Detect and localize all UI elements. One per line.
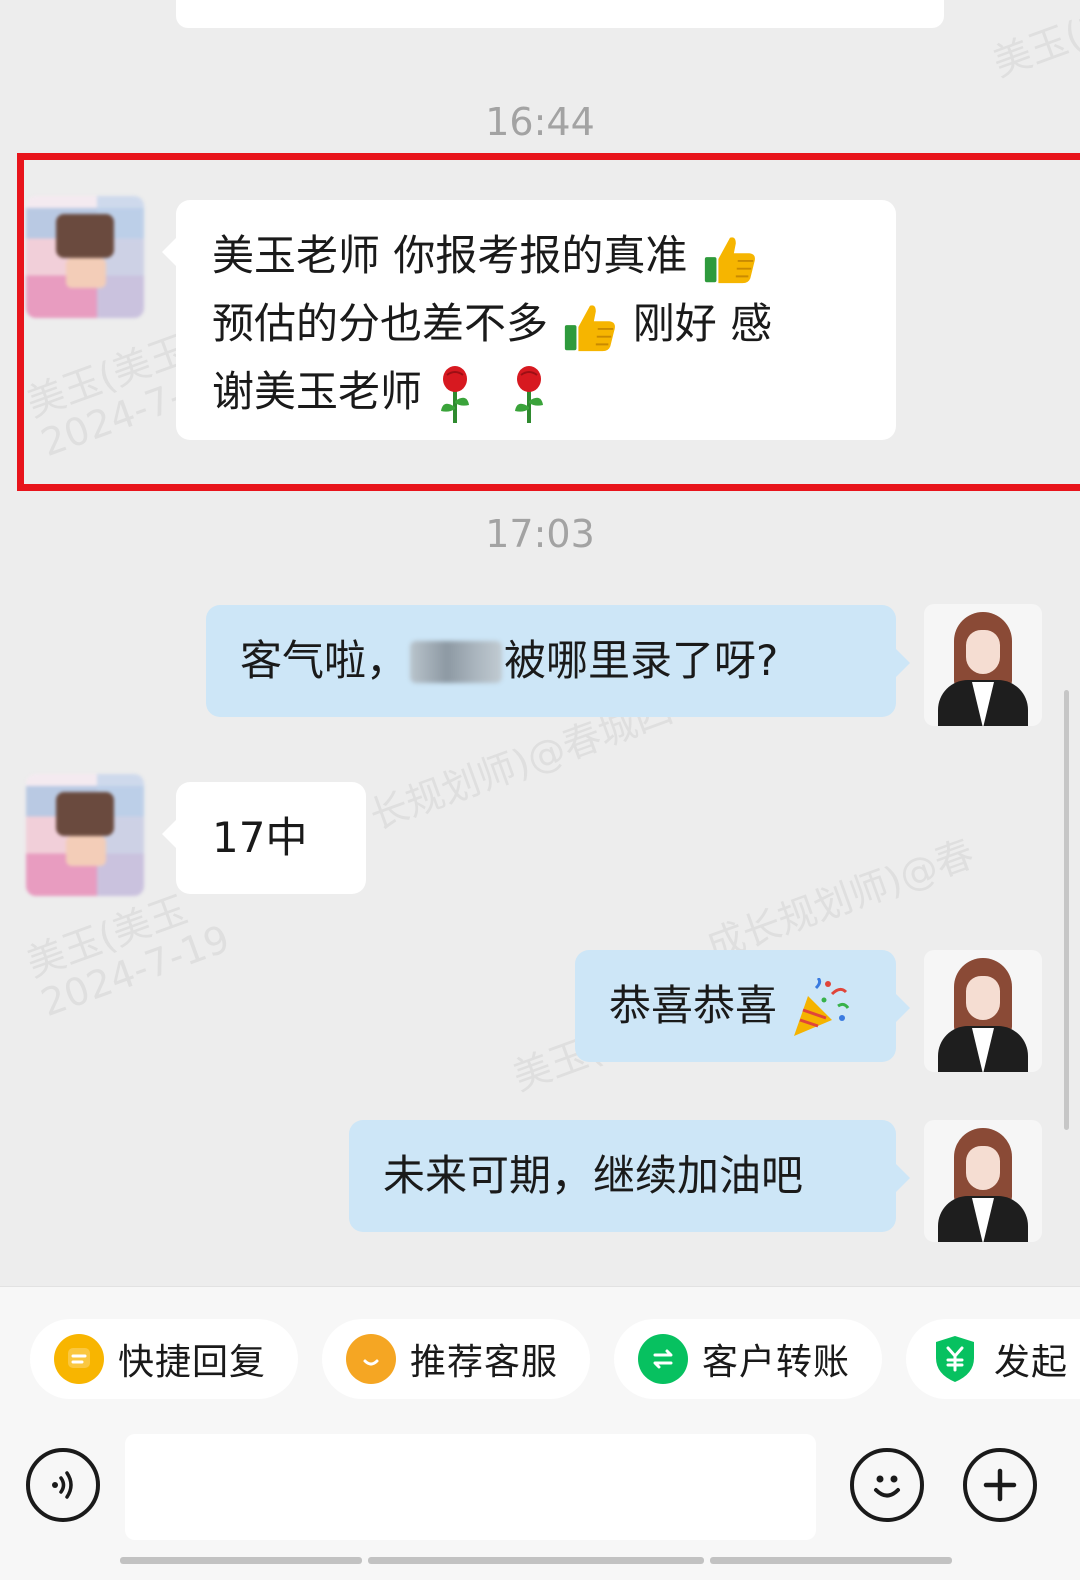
previous-message-card[interactable] (176, 0, 944, 28)
message-text: 客气啦， (240, 636, 409, 685)
message-bubble-customer[interactable]: 17中 (162, 782, 366, 894)
shield-yuan-icon (930, 1334, 980, 1384)
chat-area[interactable]: 美玉(美玉 美玉(美玉 2024-7-19 长规划师)@春城四叶草 美玉(美玉 20… (0, 0, 1080, 1296)
message-text: 恭喜恭喜 (609, 981, 778, 1030)
chat-scrollbar[interactable] (1064, 690, 1069, 1130)
watermark-date: 2024-7-19 (35, 916, 236, 1025)
initiate-button[interactable]: 发起 (906, 1319, 1080, 1399)
watermark: 美玉(美玉 2024-7-19 (20, 879, 236, 1025)
more-options-button[interactable] (963, 1448, 1037, 1522)
message-text: 被哪里录了呀? (504, 636, 779, 685)
message-input[interactable] (125, 1434, 816, 1540)
initiate-label: 发起 (994, 1342, 1069, 1383)
quick-actions-bar: 快捷回复 推荐客服 客户转账 发起 (0, 1286, 1080, 1419)
agent-avatar[interactable] (924, 604, 1042, 726)
watermark-text: 美玉(美玉 (987, 0, 1080, 86)
customer-transfer-label: 客户转账 (702, 1342, 851, 1383)
recommend-agent-button[interactable]: 推荐客服 (322, 1319, 590, 1399)
input-bar (0, 1418, 1080, 1580)
customer-avatar[interactable] (26, 774, 144, 896)
timestamp: 16:44 (485, 100, 595, 144)
watermark-text: 美玉(美玉 (20, 887, 193, 986)
watermark: 美玉(美玉 (987, 0, 1080, 86)
gesture-bar-segment (710, 1557, 952, 1564)
watermark: 成长规划师)@春 (700, 831, 980, 969)
message-bubble-agent[interactable]: 恭喜恭喜 (575, 950, 910, 1062)
redacted-name (410, 641, 503, 683)
highlight-box (17, 153, 1080, 491)
plus-icon (983, 1468, 1017, 1502)
timestamp: 17:03 (485, 512, 595, 556)
party-popper-emoji-icon (794, 977, 850, 1036)
transfer-icon (638, 1334, 688, 1384)
agent-avatar[interactable] (924, 950, 1042, 1072)
gesture-bar-segment (368, 1557, 704, 1564)
quick-reply-label: 快捷回复 (118, 1342, 267, 1383)
gesture-bar-segment (120, 1557, 362, 1564)
watermark-text: 成长规划师)@春 (700, 831, 980, 969)
message-text: 17中 (212, 813, 308, 862)
agent-avatar[interactable] (924, 1120, 1042, 1242)
recommend-agent-label: 推荐客服 (410, 1342, 559, 1383)
quick-reply-button[interactable]: 快捷回复 (30, 1319, 298, 1399)
smiley-icon (874, 1475, 900, 1498)
recommend-agent-icon (346, 1334, 396, 1384)
message-text: 未来可期，继续加油吧 (383, 1151, 804, 1200)
message-bubble-agent[interactable]: 未来可期，继续加油吧 (349, 1120, 910, 1232)
quick-reply-icon (54, 1334, 104, 1384)
voice-icon (52, 1471, 73, 1499)
customer-transfer-button[interactable]: 客户转账 (614, 1319, 882, 1399)
emoji-button[interactable] (850, 1448, 924, 1522)
message-bubble-agent[interactable]: 客气啦， 被哪里录了呀? (206, 605, 910, 717)
voice-input-button[interactable] (26, 1448, 100, 1522)
